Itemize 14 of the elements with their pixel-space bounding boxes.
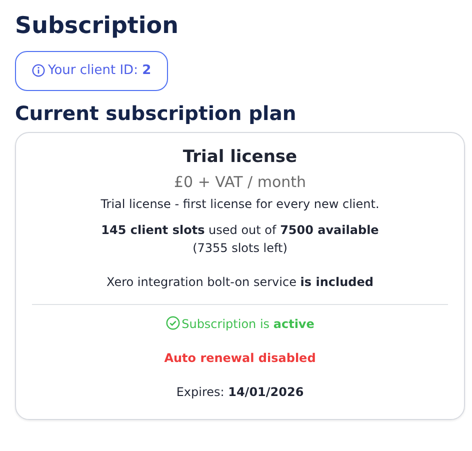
subscription-status: Subscription is active (182, 317, 314, 332)
slot-usage: 145 client slots used out of 7500 available (100, 222, 380, 240)
check-circle-icon (166, 316, 180, 330)
section-title: Current subscription plan (15, 100, 298, 126)
plan-name: Trial license (182, 146, 298, 170)
info-icon (32, 64, 45, 78)
slots-left: (7355 slots left) (192, 240, 288, 258)
expiry-date: Expires: 14/01/2026 (175, 384, 305, 402)
page-title: Subscription (15, 12, 180, 41)
plan-description: Trial license - first license for every new client. (100, 196, 380, 214)
addon-status: Xero integration bolt-on service is included (106, 274, 374, 292)
renewal-status: Auto renewal disabled (163, 350, 317, 368)
client-id-button[interactable]: Your client ID: 2 (15, 50, 168, 91)
plan-price: £0 + VAT / month (172, 172, 308, 193)
